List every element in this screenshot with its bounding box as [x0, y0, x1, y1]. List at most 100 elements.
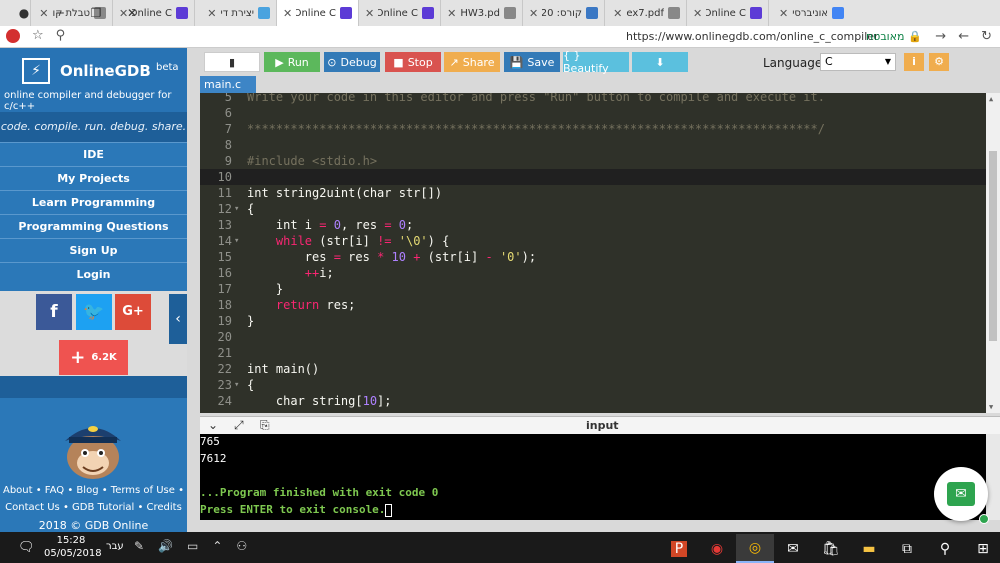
- sidebar-item-programming-questions[interactable]: Programming Questions: [0, 214, 187, 238]
- powerpoint-icon[interactable]: P: [660, 534, 698, 563]
- debug-button[interactable]: ⊙ Debug: [324, 52, 380, 72]
- onlinegdb-logo-icon[interactable]: ⚡: [22, 58, 50, 84]
- chrome-icon[interactable]: ◎: [736, 534, 774, 563]
- expand-icon[interactable]: ⤢: [234, 418, 244, 433]
- start-icon[interactable]: ⊞: [964, 534, 1000, 563]
- console-output[interactable]: 765 7612 ...Program finished with exit c…: [200, 434, 986, 520]
- code-line: 13 int i = 0, res = 0;: [200, 217, 986, 233]
- collapse-sidebar-button[interactable]: ‹: [169, 294, 187, 344]
- share-count-button[interactable]: +6.2K: [59, 340, 128, 375]
- sidebar-item-sign-up[interactable]: Sign Up: [0, 238, 187, 262]
- search-icon[interactable]: ⚲: [56, 28, 66, 43]
- windows-search-icon[interactable]: ⚲: [926, 534, 964, 563]
- volume-icon[interactable]: 🔊: [158, 539, 173, 553]
- scroll-up-icon[interactable]: ▲: [989, 95, 993, 103]
- code-editor[interactable]: 5 Write your code in this editor and pres…: [200, 93, 1000, 413]
- close-window-button[interactable]: ✕: [114, 0, 150, 26]
- close-tab-icon[interactable]: ✕: [779, 7, 788, 20]
- minimize-button[interactable]: ─: [42, 0, 78, 26]
- fold-icon[interactable]: ▾: [234, 201, 239, 217]
- browser-tab[interactable]: Online C ✕: [686, 0, 768, 26]
- input-language[interactable]: עבר: [106, 541, 124, 552]
- editor-scroll-thumb[interactable]: [989, 151, 997, 341]
- browser-tab[interactable]: יצירת די ✕: [194, 0, 276, 26]
- footer-line-1[interactable]: About • FAQ • Blog • Terms of Use •: [0, 482, 187, 499]
- maximize-button[interactable]: ❐: [78, 0, 114, 26]
- opera-app-icon[interactable]: ◉: [698, 534, 736, 563]
- stop-button[interactable]: ■ Stop: [385, 52, 441, 72]
- console-line: 765: [200, 435, 220, 448]
- scroll-down-icon[interactable]: ▼: [989, 403, 993, 411]
- language-label: Language: [763, 56, 823, 70]
- chevron-down-icon[interactable]: ⌄: [208, 418, 218, 432]
- brand-name[interactable]: OnlineGDB beta: [60, 62, 179, 80]
- task-view-icon[interactable]: ⧉: [888, 534, 926, 563]
- clear-console-icon[interactable]: ⎘: [260, 418, 270, 433]
- beautify-button[interactable]: { } Beautify: [563, 49, 629, 75]
- mail-icon[interactable]: ✉: [774, 534, 812, 563]
- language-select[interactable]: C ▼: [820, 53, 896, 71]
- google-plus-icon[interactable]: G+: [115, 294, 151, 330]
- twitter-icon[interactable]: 🐦: [76, 294, 112, 330]
- sidebar-band: [0, 376, 187, 398]
- share-count: 6.2K: [91, 352, 117, 363]
- close-tab-icon[interactable]: ✕: [613, 7, 622, 20]
- feedback-mail-button[interactable]: ✉: [934, 467, 988, 521]
- sidebar-item-my-projects[interactable]: My Projects: [0, 166, 187, 190]
- browser-tab[interactable]: Online C ✕: [276, 0, 358, 26]
- close-tab-icon[interactable]: ✕: [283, 7, 292, 20]
- footer-line-2[interactable]: Contact Us • GDB Tutorial • Credits: [0, 499, 187, 516]
- notification-icon[interactable]: 🗨: [18, 540, 35, 555]
- new-file-button[interactable]: ▮: [204, 52, 260, 72]
- save-button[interactable]: 💾 Save: [504, 52, 560, 72]
- url-field[interactable]: https://www.onlinegdb.com/online_c_compi…: [626, 30, 879, 43]
- gear-icon[interactable]: ⚙: [929, 53, 949, 71]
- editor-scrollbar[interactable]: ▲ ▼: [986, 93, 1000, 413]
- close-tab-icon[interactable]: ✕: [207, 7, 216, 20]
- file-tab-main-c[interactable]: main.c: [200, 76, 256, 93]
- console-scrollbar[interactable]: [986, 434, 1000, 520]
- run-button[interactable]: ▶ Run: [264, 52, 320, 72]
- code-line: 11 int string2uint(char str[]): [200, 185, 986, 201]
- code-text: ****************************************…: [247, 122, 825, 136]
- browser-tab[interactable]: אוניברסי ✕: [768, 0, 850, 26]
- tray-chevron-up-icon[interactable]: ⌃: [212, 539, 222, 553]
- line-number: 15: [217, 250, 232, 264]
- share-button[interactable]: ↗ Share: [444, 52, 500, 72]
- back-icon[interactable]: ←: [958, 29, 969, 44]
- pen-icon[interactable]: ✎: [134, 539, 144, 553]
- close-tab-icon[interactable]: ✕: [529, 7, 538, 20]
- code-text: while (str[i] != '\0') {: [275, 234, 450, 248]
- forward-icon[interactable]: →: [935, 29, 946, 44]
- tab-title: קורס: 20: [542, 7, 582, 19]
- browser-tab[interactable]: ex7.pdf ✕: [604, 0, 686, 26]
- people-icon[interactable]: ⚇: [236, 539, 247, 553]
- address-bar: ☆ ⚲ https://www.onlinegdb.com/online_c_c…: [0, 26, 1000, 48]
- fold-icon[interactable]: ▾: [234, 377, 239, 393]
- close-tab-icon[interactable]: ✕: [365, 7, 374, 20]
- sidebar-item-login[interactable]: Login: [0, 262, 187, 286]
- file-explorer-icon[interactable]: ▬: [850, 534, 888, 563]
- bookmark-star-icon[interactable]: ☆: [32, 28, 44, 43]
- store-icon[interactable]: 🛍: [812, 534, 850, 563]
- facebook-icon[interactable]: f: [36, 294, 72, 330]
- close-tab-icon[interactable]: ✕: [693, 7, 702, 20]
- battery-icon[interactable]: ▭: [187, 539, 198, 553]
- taskbar-clock[interactable]: 15:28 05/05/2018: [44, 534, 102, 560]
- line-number: 7: [224, 122, 232, 136]
- close-tab-icon[interactable]: ✕: [447, 7, 456, 20]
- sidebar-item-learn-programming[interactable]: Learn Programming: [0, 190, 187, 214]
- reload-icon[interactable]: ↻: [981, 29, 992, 44]
- download-button[interactable]: ⬇: [632, 52, 688, 72]
- browser-tab[interactable]: HW3.pd ✕: [440, 0, 522, 26]
- info-icon[interactable]: i: [904, 53, 924, 71]
- opera-icon[interactable]: [6, 28, 20, 43]
- sidebar-item-ide[interactable]: IDE: [0, 142, 187, 166]
- line-number: 6: [224, 106, 232, 120]
- code-line: 21: [200, 345, 986, 361]
- tab-favicon-icon: [586, 7, 598, 19]
- browser-tab[interactable]: Online C ✕: [358, 0, 440, 26]
- fold-icon[interactable]: ▾: [234, 233, 239, 249]
- account-icon[interactable]: ●: [6, 0, 42, 26]
- browser-tab[interactable]: קורס: 20 ✕: [522, 0, 604, 26]
